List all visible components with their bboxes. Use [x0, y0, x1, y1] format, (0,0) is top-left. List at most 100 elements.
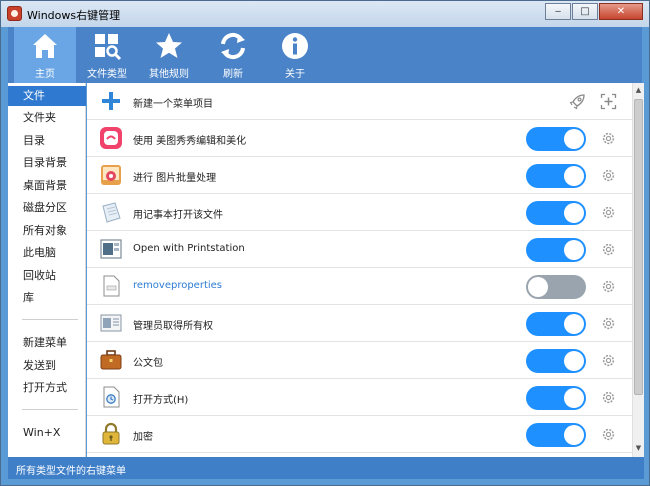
- toggle-knob: [564, 314, 584, 334]
- enable-toggle[interactable]: [526, 164, 586, 188]
- scrollbar-thumb[interactable]: [634, 99, 643, 395]
- gear-icon[interactable]: [601, 131, 616, 146]
- enable-toggle[interactable]: [526, 201, 586, 225]
- scroll-up-arrow[interactable]: ▲: [633, 83, 644, 97]
- enable-toggle[interactable]: [526, 275, 586, 299]
- maximize-button[interactable]: □: [572, 3, 598, 20]
- app-icon: [7, 6, 22, 21]
- enable-toggle[interactable]: [526, 386, 586, 410]
- toggle-knob: [564, 240, 584, 260]
- menu-item-label: removeproperties: [133, 280, 223, 291]
- batch-image-icon: [101, 165, 121, 185]
- menu-item-label: 公文包: [133, 358, 163, 369]
- tab-file-types-label: 文件类型: [87, 69, 127, 80]
- new-menu-item-row[interactable]: 新建一个菜单项目: [87, 83, 632, 120]
- minimize-button[interactable]: ‒: [545, 3, 571, 20]
- sidebar-divider: [22, 409, 78, 410]
- menu-item-label: 打开方式(H): [133, 395, 189, 406]
- sidebar: 文件 文件夹 目录 目录背景 桌面背景 磁盘分区 所有对象 此电脑 回收站 库 …: [8, 83, 86, 457]
- plus-icon: [102, 92, 120, 110]
- refresh-icon: [221, 32, 245, 60]
- gear-icon[interactable]: [601, 390, 616, 405]
- sidebar-item-win-x[interactable]: Win+X: [8, 423, 86, 443]
- menu-item-label: 用记事本打开该文件: [133, 210, 223, 221]
- lock-icon: [102, 422, 120, 445]
- meitu-icon: [100, 127, 122, 149]
- menu-item-label: 使用 美图秀秀编辑和美化: [133, 136, 247, 147]
- sidebar-item-disk-partition[interactable]: 磁盘分区: [8, 198, 86, 218]
- menu-item-label: 加密: [133, 432, 153, 443]
- sidebar-item-new-menu[interactable]: 新建菜单: [8, 333, 86, 353]
- sidebar-item-recycle-bin[interactable]: 回收站: [8, 266, 86, 286]
- notepad-icon: [102, 202, 121, 223]
- app-window: Windows右键管理 ‒ □ ✕ 主页 文件类型 其他规则 刷新 关于 文件 …: [0, 0, 650, 486]
- status-bar: 所有类型文件的右键菜单: [8, 457, 644, 479]
- open-with-icon: [103, 386, 120, 408]
- gear-icon[interactable]: [601, 316, 616, 331]
- window-controls: ‒ □ ✕: [545, 3, 643, 20]
- tab-home-label: 主页: [35, 69, 55, 80]
- toggle-knob: [564, 425, 584, 445]
- status-text: 所有类型文件的右键菜单: [16, 466, 126, 477]
- gear-icon[interactable]: [601, 427, 616, 442]
- menu-item-row: removeproperties: [87, 268, 632, 305]
- menu-item-label: Open with Printstation: [133, 243, 245, 254]
- gear-icon[interactable]: [601, 353, 616, 368]
- toggle-knob: [564, 129, 584, 149]
- gear-icon[interactable]: [601, 279, 616, 294]
- sidebar-item-directory-background[interactable]: 目录背景: [8, 153, 86, 173]
- sidebar-item-folder[interactable]: 文件夹: [8, 108, 86, 128]
- menu-item-row: Open with Printstation: [87, 231, 632, 268]
- toggle-knob: [528, 277, 548, 297]
- menu-item-row: 管理员取得所有权: [87, 305, 632, 342]
- star-icon: [156, 33, 182, 58]
- admin-icon: [100, 314, 122, 332]
- rocket-icon[interactable]: [569, 93, 586, 110]
- tab-other-rules-label: 其他规则: [149, 69, 189, 80]
- gear-icon[interactable]: [601, 242, 616, 257]
- sidebar-item-send-to[interactable]: 发送到: [8, 356, 86, 376]
- info-icon: [282, 33, 308, 59]
- enable-toggle[interactable]: [526, 349, 586, 373]
- briefcase-icon: [100, 350, 122, 370]
- toolbar: 主页 文件类型 其他规则 刷新 关于: [8, 27, 642, 83]
- toggle-knob: [564, 166, 584, 186]
- add-item-icon[interactable]: [600, 93, 617, 110]
- toggle-knob: [564, 203, 584, 223]
- printstation-icon: [100, 239, 122, 259]
- menu-item-label: 进行 图片批量处理: [133, 173, 217, 184]
- new-menu-item-label: 新建一个菜单项目: [133, 99, 213, 110]
- sidebar-item-library[interactable]: 库: [8, 288, 86, 308]
- tab-other-rules[interactable]: 其他规则: [138, 27, 200, 83]
- sidebar-divider: [22, 319, 78, 320]
- title-bar[interactable]: Windows右键管理 ‒ □ ✕: [1, 1, 649, 27]
- sidebar-item-all-objects[interactable]: 所有对象: [8, 221, 86, 241]
- enable-toggle[interactable]: [526, 238, 586, 262]
- tab-refresh-label: 刷新: [223, 69, 243, 80]
- gear-icon[interactable]: [601, 168, 616, 183]
- home-icon: [33, 34, 57, 58]
- tab-about[interactable]: 关于: [264, 27, 326, 83]
- menu-item-row: 加密: [87, 416, 632, 453]
- toggle-knob: [564, 388, 584, 408]
- gear-icon[interactable]: [601, 205, 616, 220]
- sidebar-item-this-pc[interactable]: 此电脑: [8, 243, 86, 263]
- menu-item-list: 新建一个菜单项目 使用 美图秀秀编辑和美化 进行 图片批量处理 用记事本打开该文…: [87, 83, 632, 457]
- close-button[interactable]: ✕: [599, 3, 643, 20]
- tab-file-types[interactable]: 文件类型: [76, 27, 138, 83]
- vertical-scrollbar[interactable]: ▲ ▼: [632, 83, 644, 457]
- properties-icon: [103, 275, 120, 297]
- sidebar-item-directory[interactable]: 目录: [8, 131, 86, 151]
- sidebar-item-file[interactable]: 文件: [8, 86, 86, 106]
- window-title: Windows右键管理: [27, 9, 121, 22]
- file-types-icon: [95, 34, 122, 61]
- tab-home[interactable]: 主页: [14, 27, 76, 83]
- menu-item-row: 公文包: [87, 342, 632, 379]
- scroll-down-arrow[interactable]: ▼: [633, 441, 644, 455]
- sidebar-item-open-with[interactable]: 打开方式: [8, 378, 86, 398]
- enable-toggle[interactable]: [526, 312, 586, 336]
- sidebar-item-desktop-background[interactable]: 桌面背景: [8, 176, 86, 196]
- enable-toggle[interactable]: [526, 127, 586, 151]
- tab-refresh[interactable]: 刷新: [202, 27, 264, 83]
- enable-toggle[interactable]: [526, 423, 586, 447]
